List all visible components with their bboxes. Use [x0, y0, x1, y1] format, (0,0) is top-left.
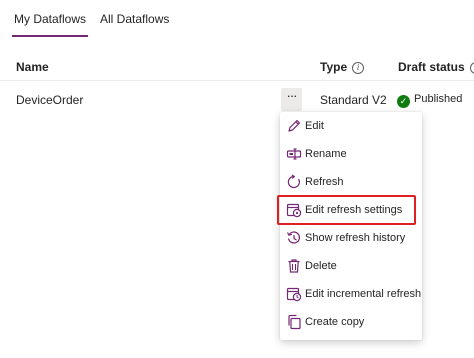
- rename-icon: [286, 148, 302, 160]
- copy-icon: [288, 314, 301, 330]
- menu-item-edit-incremental-refresh[interactable]: Edit incremental refresh: [280, 280, 422, 308]
- menu-item-show-refresh-history[interactable]: Show refresh history: [280, 224, 422, 252]
- menu-item-rename[interactable]: Rename: [280, 140, 422, 168]
- menu-item-label: Edit incremental refresh: [305, 288, 422, 300]
- column-header-draft-status-label: Draft status: [398, 60, 465, 74]
- dataflow-tabs: My Dataflows All Dataflows: [0, 0, 474, 40]
- column-header-draft-status[interactable]: Draft status i: [398, 60, 474, 74]
- menu-item-label: Create copy: [305, 316, 365, 328]
- dataflow-type: Standard V2: [320, 93, 387, 107]
- history-icon: [286, 231, 300, 244]
- menu-item-create-copy[interactable]: Create copy: [280, 308, 422, 336]
- pencil-icon: [288, 119, 301, 132]
- menu-item-label: Show refresh history: [305, 232, 406, 244]
- info-icon[interactable]: i: [469, 62, 474, 74]
- menu-item-label: Edit refresh settings: [305, 204, 403, 216]
- calendar-settings-icon: [286, 203, 302, 218]
- column-header-type-label: Type: [320, 60, 348, 74]
- calendar-refresh-icon: [286, 287, 302, 302]
- check-circle-icon: ✓: [397, 95, 410, 108]
- tab-all-dataflows[interactable]: All Dataflows: [100, 12, 169, 26]
- menu-item-label: Delete: [305, 260, 337, 272]
- status-badge: ✓ Published: [397, 93, 462, 108]
- column-header-type[interactable]: Type i: [320, 60, 365, 74]
- menu-item-edit-refresh-settings[interactable]: Edit refresh settings: [280, 196, 422, 224]
- more-options-button[interactable]: ···: [281, 88, 302, 111]
- refresh-icon: [287, 174, 300, 189]
- menu-item-label: Rename: [305, 148, 347, 160]
- status-label: Published: [414, 93, 463, 105]
- menu-item-label: Edit: [305, 120, 324, 132]
- dataflow-name[interactable]: DeviceOrder: [16, 93, 83, 107]
- trash-icon: [288, 259, 300, 273]
- tab-my-dataflows[interactable]: My Dataflows: [11, 12, 89, 37]
- menu-item-delete[interactable]: Delete: [280, 252, 422, 280]
- info-icon[interactable]: i: [352, 62, 365, 74]
- menu-item-edit[interactable]: Edit: [280, 112, 422, 140]
- table-header: Name Typei Draft statusi: [0, 52, 474, 81]
- menu-item-label: Refresh: [305, 176, 344, 188]
- context-menu: Edit Rename Refresh Edit refresh setting…: [280, 112, 422, 340]
- menu-item-refresh[interactable]: Refresh: [280, 168, 422, 196]
- column-header-name[interactable]: Name: [16, 60, 49, 74]
